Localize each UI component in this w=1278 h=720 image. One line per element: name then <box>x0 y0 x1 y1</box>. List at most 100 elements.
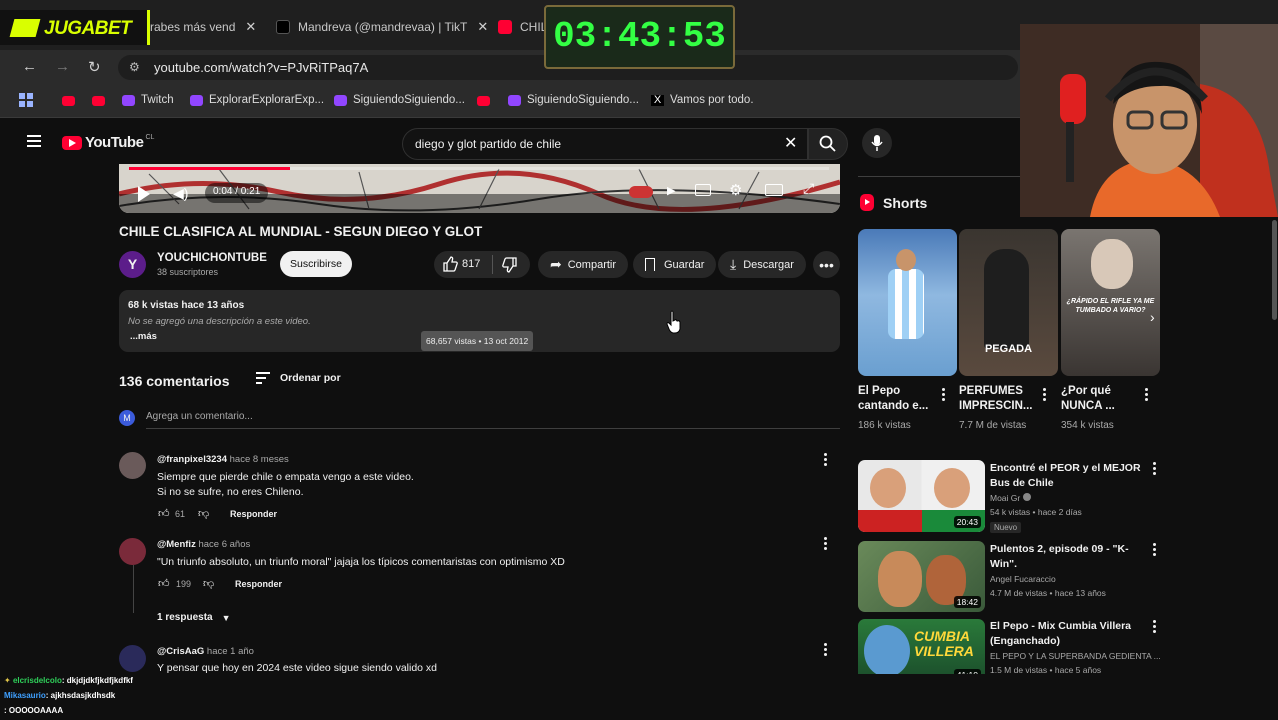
commenter-avatar[interactable] <box>119 452 146 479</box>
comment-menu-icon[interactable] <box>823 453 827 467</box>
bookmark-label: Twitch <box>141 94 174 106</box>
progress-bar[interactable] <box>129 167 829 170</box>
youtube-bookmark-icon[interactable] <box>92 96 105 106</box>
short-title[interactable]: PERFUMES IMPRESCIN... <box>959 384 1039 414</box>
video-menu-icon[interactable] <box>1152 462 1156 476</box>
comment-author[interactable]: @Menfiz hace 6 años <box>157 539 250 550</box>
channel-name[interactable]: Moai Gr <box>990 493 1020 503</box>
video-title[interactable]: El Pepo - Mix Cumbia Villera (Enganchado… <box>990 619 1131 649</box>
volume-icon[interactable]: ◀) <box>173 185 188 202</box>
short-title[interactable]: ¿Por qué NUNCA ... <box>1061 384 1139 414</box>
reply-button[interactable]: Responder <box>235 579 282 589</box>
youtube-icon <box>498 20 512 34</box>
comment-line: Siempre que pierde chile o empata vengo … <box>157 471 414 483</box>
voice-search-button[interactable] <box>862 128 892 158</box>
search-input[interactable]: diego y glot partido de chile <box>402 128 808 160</box>
browser-tab[interactable]: Mandreva (@mandrevaa) | TikT ✕ <box>276 12 488 42</box>
short-thumbnail[interactable]: PEGADA <box>959 229 1058 376</box>
show-replies-button[interactable]: 1 respuesta ▼ <box>157 612 231 623</box>
captions-icon[interactable] <box>695 184 711 196</box>
short-title[interactable]: El Pepo cantando e... <box>858 384 938 414</box>
subscribe-button[interactable]: Suscribirse <box>280 251 352 277</box>
time-text: 0:04 / 0:21 <box>213 186 261 197</box>
video-player[interactable]: ◀) 0:04 / 0:21 ▶ ⚙ ⤢ <box>119 164 840 213</box>
close-tab-icon[interactable]: ✕ <box>245 19 256 35</box>
reload-icon[interactable]: ↻ <box>88 58 101 76</box>
reply-button[interactable]: Responder <box>230 509 277 519</box>
bookmark-item[interactable]: Twitch <box>122 94 174 106</box>
comment-dislike-icon[interactable]: 👎︎ <box>203 577 214 590</box>
video-thumbnail[interactable]: 20:43 <box>858 460 985 532</box>
comment-author[interactable]: @CrisAaG hace 1 año <box>157 646 254 657</box>
chat-message: Mikasaurio: ajkhsdasjkdhsdk <box>4 691 115 700</box>
video-thumbnail[interactable]: 18:42 <box>858 541 985 612</box>
short-menu-icon[interactable] <box>1042 388 1046 402</box>
channel-name[interactable]: YOUCHICHONTUBE <box>157 252 267 264</box>
commenter-avatar[interactable] <box>119 645 146 672</box>
short-menu-icon[interactable] <box>1144 388 1148 402</box>
bookmark-item[interactable]: SiguiendoSiguiendo... <box>508 94 639 106</box>
comment-menu-icon[interactable] <box>823 643 827 657</box>
puppet-figure <box>878 551 922 607</box>
chat-user: Mikasaurio <box>4 691 46 700</box>
autoplay-icon[interactable]: ▶ <box>667 184 675 197</box>
bookmark-item[interactable]: SiguiendoSiguiendo... <box>334 94 465 106</box>
chevron-right-icon[interactable]: › <box>1150 309 1155 325</box>
youtube-bookmark-icon[interactable] <box>477 96 490 106</box>
comment-menu-icon[interactable] <box>823 537 827 551</box>
microphone-icon <box>871 135 883 151</box>
back-icon[interactable]: ← <box>22 58 37 75</box>
dislike-button[interactable] <box>502 257 518 276</box>
menu-icon[interactable] <box>27 135 41 147</box>
page-scrollbar[interactable] <box>1272 220 1277 320</box>
browser-tab-active[interactable]: CHIL <box>498 12 547 42</box>
replies-label: 1 respuesta <box>157 612 213 623</box>
channel-name[interactable]: EL PEPO Y LA SUPERBANDA GEDIENTA ... <box>990 649 1161 663</box>
channel-avatar[interactable]: Y <box>119 251 146 278</box>
twitch-icon <box>190 94 203 106</box>
youtube-bookmark-icon[interactable] <box>62 96 75 106</box>
settings-icon[interactable]: ⚙ <box>729 181 742 199</box>
chevron-down-icon: ▼ <box>221 612 231 623</box>
comment-like-icon[interactable]: 👍︎ <box>158 577 170 590</box>
commenter-avatar[interactable] <box>119 538 146 565</box>
sort-button[interactable]: Ordenar por <box>256 372 341 384</box>
short-thumbnail[interactable]: ¿RÁPIDO EL RIFLE YA ME TUMBADO A VARIO? <box>1061 229 1160 376</box>
save-button[interactable]: Guardar <box>633 251 717 278</box>
video-menu-icon[interactable] <box>1152 620 1156 634</box>
more-actions-button[interactable]: ••• <box>813 251 840 278</box>
video-duration: 20:43 <box>953 516 981 528</box>
site-settings-icon[interactable]: ⚙ <box>129 60 140 74</box>
bookmark-item[interactable]: X Vamos por todo. <box>651 94 754 106</box>
face-figure <box>896 249 916 271</box>
short-overlay-text: PEGADA <box>984 343 1033 355</box>
add-comment-input[interactable]: Agrega un comentario... <box>146 410 840 429</box>
channel-name[interactable]: Angel Fucaraccio <box>990 572 1106 586</box>
like-button[interactable] <box>442 256 458 275</box>
save-label: Guardar <box>664 258 705 271</box>
search-button[interactable] <box>808 128 848 160</box>
title-line: Win". <box>990 558 1018 570</box>
video-menu-icon[interactable] <box>1152 543 1156 557</box>
comment-author[interactable]: @franpixel3234 hace 8 meses <box>157 454 289 465</box>
youtube-logo[interactable]: YouTube CL <box>62 134 154 151</box>
title-line: (Enganchado) <box>990 635 1060 647</box>
close-tab-icon[interactable]: ✕ <box>477 19 488 35</box>
video-title[interactable]: Encontré el PEOR y el MEJOR Bus de Chile <box>990 461 1141 491</box>
clear-search-icon[interactable]: ✕ <box>784 133 797 153</box>
video-title[interactable]: Pulentos 2, episode 09 - "K- Win". <box>990 542 1129 572</box>
short-thumbnail[interactable] <box>858 229 957 376</box>
comment-like-icon[interactable]: 👍︎ <box>158 507 170 520</box>
apps-icon[interactable] <box>19 93 33 107</box>
download-button[interactable]: ⤓ Descargar <box>718 251 806 278</box>
more-link[interactable]: ...más <box>130 331 157 342</box>
forward-icon[interactable]: → <box>55 58 70 75</box>
fullscreen-icon[interactable]: ⤢ <box>803 180 814 197</box>
share-button[interactable]: ➦ Compartir <box>538 251 629 278</box>
miniplayer-icon[interactable] <box>765 184 783 196</box>
short-menu-icon[interactable] <box>941 388 945 402</box>
browser-tab[interactable]: rabes más vend ✕ <box>150 12 256 42</box>
play-icon[interactable] <box>138 186 150 202</box>
bookmark-item[interactable]: ExplorarExplorarExp... <box>190 94 324 106</box>
comment-dislike-icon[interactable]: 👎︎ <box>198 507 209 520</box>
